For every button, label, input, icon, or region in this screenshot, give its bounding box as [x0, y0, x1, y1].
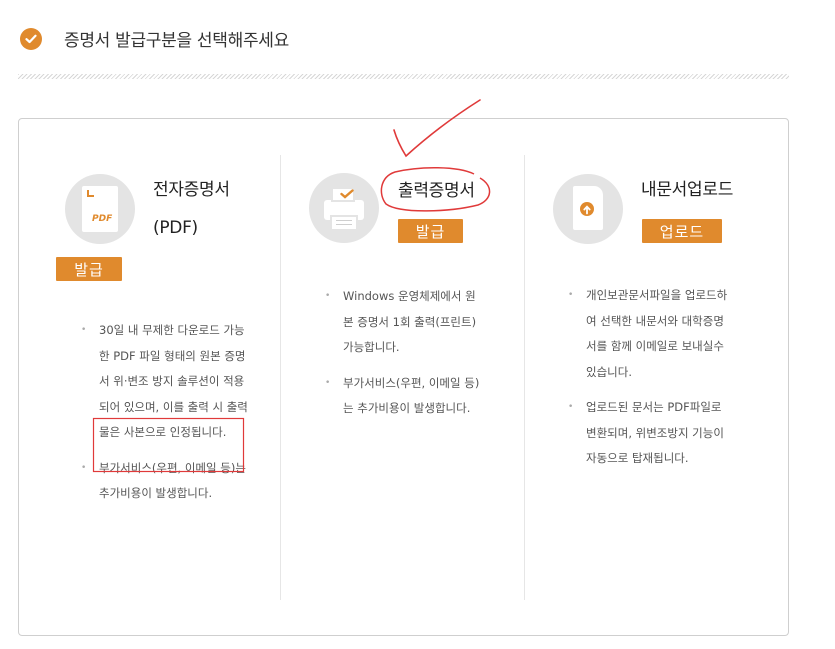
list-item: 30일 내 무제한 다운로드 가능한 PDF 파일 형태의 원본 증명서 위·변…	[81, 318, 251, 446]
printer-icon	[309, 173, 379, 243]
column-divider	[280, 155, 281, 600]
print-info-list: Windows 운영체제에서 원본 증명서 1회 출력(프린트) 가능합니다. …	[325, 284, 485, 432]
issue-electronic-button[interactable]: 발급	[56, 257, 122, 281]
page-title: 증명서 발급구분을 선택해주세요	[64, 31, 289, 51]
hatched-divider	[18, 74, 789, 79]
upload-info-list: 개인보관문서파일을 업로드하여 선택한 내문서와 대학증명서를 함께 이메일로 …	[568, 283, 733, 482]
option-title: 출력증명서	[398, 181, 475, 201]
list-item: 부가서비스(우편, 이메일 등)는 추가비용이 발생합니다.	[81, 456, 251, 507]
option-subtitle: (PDF)	[153, 218, 198, 238]
list-item: 부가서비스(우편, 이메일 등)는 추가비용이 발생합니다.	[325, 371, 485, 422]
list-item: 개인보관문서파일을 업로드하여 선택한 내문서와 대학증명서를 함께 이메일로 …	[568, 283, 733, 385]
section-header: 증명서 발급구분을 선택해주세요	[20, 26, 289, 51]
column-divider	[524, 155, 525, 600]
option-title: 내문서업로드	[641, 180, 734, 200]
upload-button[interactable]: 업로드	[642, 219, 722, 243]
option-title: 전자증명서	[153, 180, 230, 200]
upload-document-icon	[553, 174, 623, 244]
check-circle-icon	[20, 27, 42, 50]
pdf-document-icon: PDF	[65, 174, 135, 244]
issue-print-button[interactable]: 발급	[398, 219, 463, 243]
electronic-info-list: 30일 내 무제한 다운로드 가능한 PDF 파일 형태의 원본 증명서 위·변…	[81, 318, 251, 517]
list-item: Windows 운영체제에서 원본 증명서 1회 출력(프린트) 가능합니다.	[325, 284, 485, 361]
list-item: 업로드된 문서는 PDF파일로 변환되며, 위변조방지 기능이 자동으로 탑재됩…	[568, 395, 733, 472]
